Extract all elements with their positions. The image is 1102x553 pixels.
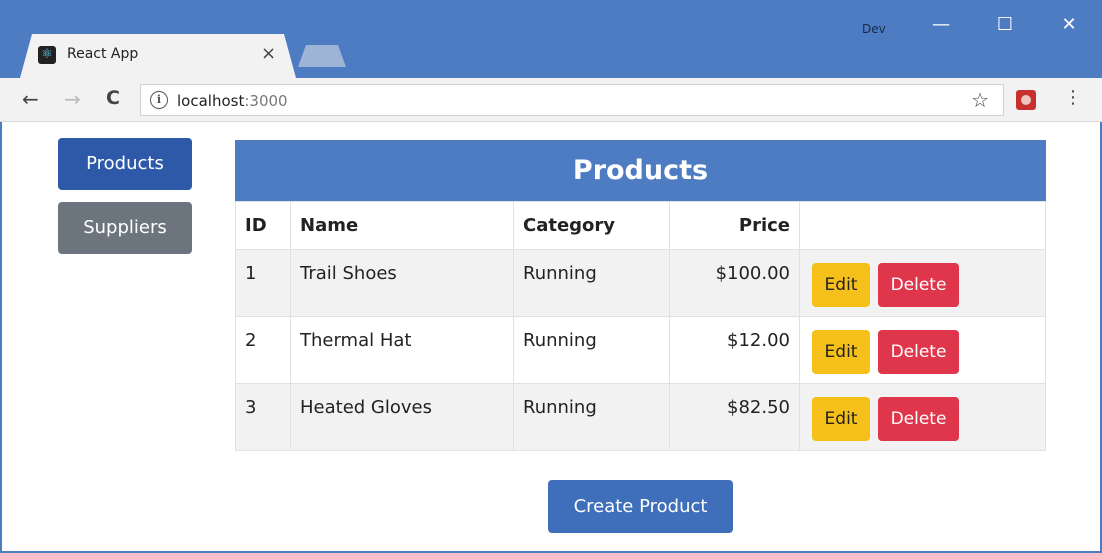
- cell-price: $100.00: [669, 249, 800, 317]
- star-icon[interactable]: ☆: [971, 88, 989, 112]
- table-row: 1 Trail Shoes Running $100.00 Edit Delete: [235, 249, 1046, 317]
- table-row: 2 Thermal Hat Running $12.00 Edit Delete: [235, 316, 1046, 384]
- create-product-button[interactable]: Create Product: [548, 480, 733, 533]
- products-title: Products: [235, 140, 1046, 201]
- browser-tab[interactable]: ⚛ React App ×: [20, 34, 296, 78]
- kebab-menu-icon[interactable]: ⋮: [1064, 87, 1082, 108]
- close-window-button[interactable]: ✕: [1046, 12, 1092, 38]
- cell-actions: Edit Delete: [799, 316, 1046, 384]
- browser-toolbar: ← → C i localhost:3000 ☆ ⋮: [0, 78, 1102, 122]
- edit-button[interactable]: Edit: [812, 263, 870, 307]
- cell-name: Heated Gloves: [290, 383, 514, 451]
- tab-title: React App: [67, 46, 139, 62]
- edit-button[interactable]: Edit: [812, 330, 870, 374]
- edit-button[interactable]: Edit: [812, 397, 870, 441]
- cell-category: Running: [513, 316, 670, 384]
- cell-price: $12.00: [669, 316, 800, 384]
- minimize-button[interactable]: —: [918, 12, 964, 38]
- column-header-id: ID: [235, 201, 291, 250]
- cell-id: 1: [235, 249, 291, 317]
- delete-button[interactable]: Delete: [878, 397, 959, 441]
- info-icon[interactable]: i: [150, 91, 168, 109]
- maximize-button[interactable]: ☐: [982, 12, 1028, 38]
- cell-id: 2: [235, 316, 291, 384]
- extension-icon[interactable]: [1016, 90, 1036, 110]
- forward-icon[interactable]: →: [64, 87, 81, 111]
- browser-titlebar: ⚛ React App × Dev — ☐ ✕: [0, 0, 1102, 78]
- cell-price: $82.50: [669, 383, 800, 451]
- table-header-row: ID Name Category Price: [235, 201, 1046, 250]
- products-table: ID Name Category Price 1 Trail Shoes Run…: [235, 201, 1046, 451]
- cell-name: Trail Shoes: [290, 249, 514, 317]
- column-header-actions: [799, 201, 1046, 250]
- cell-category: Running: [513, 249, 670, 317]
- cell-name: Thermal Hat: [290, 316, 514, 384]
- column-header-price: Price: [669, 201, 800, 250]
- new-tab-button[interactable]: [298, 45, 346, 67]
- column-header-name: Name: [290, 201, 514, 250]
- profile-name[interactable]: Dev: [862, 22, 886, 36]
- tab-close-icon[interactable]: ×: [261, 43, 276, 64]
- table-row: 3 Heated Gloves Running $82.50 Edit Delet…: [235, 383, 1046, 451]
- react-logo-icon: ⚛: [38, 46, 56, 64]
- cell-actions: Edit Delete: [799, 383, 1046, 451]
- back-icon[interactable]: ←: [22, 87, 39, 111]
- nav-suppliers-button[interactable]: Suppliers: [58, 202, 192, 254]
- url-text: localhost:3000: [177, 92, 288, 110]
- column-header-category: Category: [513, 201, 670, 250]
- delete-button[interactable]: Delete: [878, 263, 959, 307]
- reload-icon[interactable]: C: [106, 87, 120, 109]
- nav-products-button[interactable]: Products: [58, 138, 192, 190]
- cell-id: 3: [235, 383, 291, 451]
- cell-category: Running: [513, 383, 670, 451]
- delete-button[interactable]: Delete: [878, 330, 959, 374]
- address-bar[interactable]: i localhost:3000 ☆: [140, 84, 1004, 116]
- cell-actions: Edit Delete: [799, 249, 1046, 317]
